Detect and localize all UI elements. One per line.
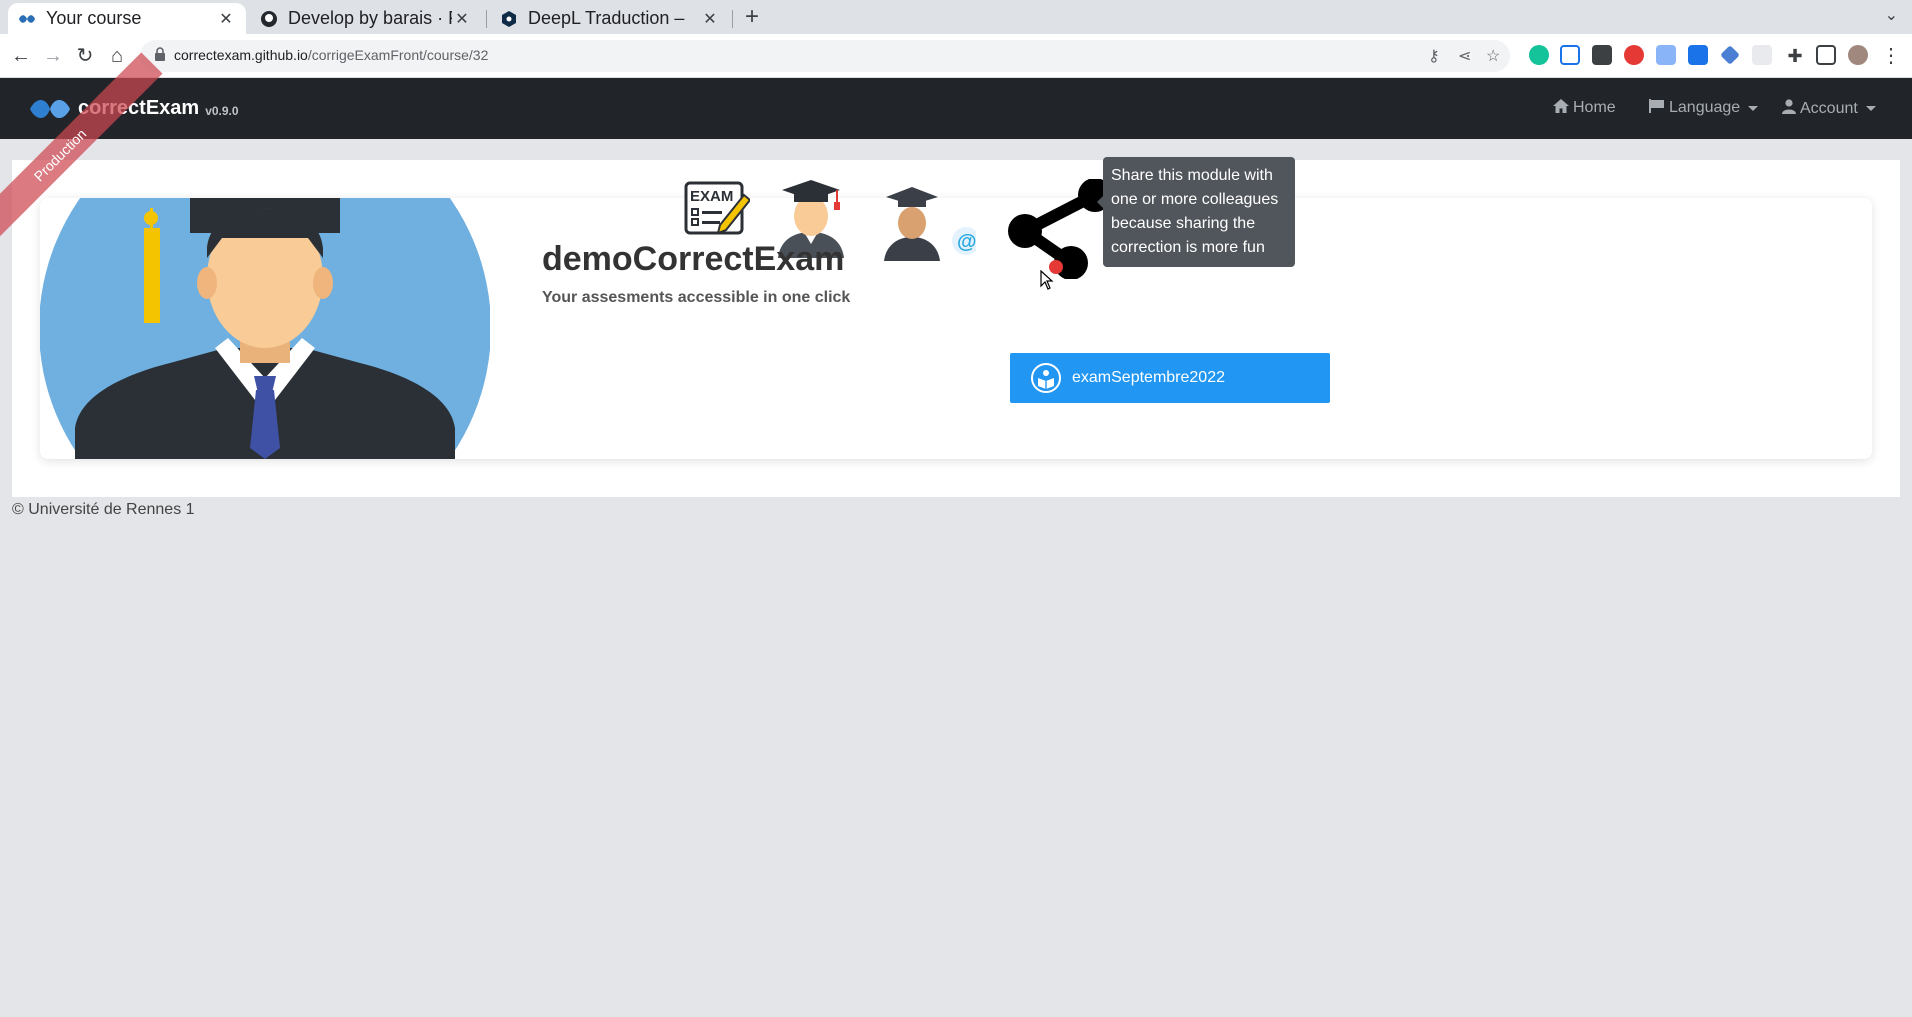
chevron-down-icon: [1748, 105, 1759, 111]
tab-github[interactable]: Develop by barais · P ✕: [250, 3, 482, 34]
side-panel-icon[interactable]: [1816, 45, 1836, 65]
app-navbar: correctExam v0.9.0 Home Language Account: [0, 78, 1912, 139]
nav-language-dropdown[interactable]: Language: [1649, 99, 1759, 117]
back-arrow-icon[interactable]: ←: [8, 43, 34, 69]
lock-icon: [155, 47, 165, 61]
nav-home-label: Home: [1573, 99, 1616, 116]
exam-sheet-icon: EXAM: [684, 181, 752, 235]
correctexam-favicon-icon: [18, 10, 36, 28]
adblock-extension-icon[interactable]: [1624, 45, 1644, 65]
browser-toolbar: ← → ↻ ⌂ correctexam.github.io/corrigeExa…: [0, 34, 1912, 78]
close-tab-icon[interactable]: ✕: [216, 9, 236, 29]
graduate-avatar-icon: [40, 198, 490, 459]
course-title: demoCorrectExam: [542, 240, 845, 278]
profile-avatar[interactable]: [1848, 45, 1868, 65]
tab-title: Develop by barais · P: [288, 8, 452, 28]
share-page-icon[interactable]: ⋖: [1458, 46, 1471, 66]
svg-text:@: @: [957, 231, 976, 253]
students-email-button[interactable]: @: [880, 185, 980, 266]
page-container: EXAM @ examSeptembre2022: [12, 160, 1900, 497]
graduate-illustration: [40, 198, 490, 459]
exam-button-label: examSeptembre2022: [1072, 369, 1225, 386]
w-extension-icon[interactable]: [1752, 45, 1772, 65]
share-tooltip: Share this module with one or more colle…: [1103, 157, 1295, 267]
tab-separator: [732, 10, 733, 28]
url-text: correctexam.github.io/corrigeExamFront/c…: [174, 47, 488, 63]
address-bar[interactable]: correctexam.github.io/corrigeExamFront/c…: [140, 40, 1510, 72]
student-email-icon: @: [884, 187, 980, 261]
brand-version: v0.9.0: [205, 103, 239, 118]
browser-tab-strip: Your course ✕ Develop by barais · P ✕ De…: [0, 0, 1912, 34]
tab-your-course[interactable]: Your course ✕: [8, 3, 246, 34]
close-tab-icon[interactable]: ✕: [452, 9, 472, 29]
tab-separator: [486, 10, 487, 28]
exam-book-icon: [1031, 363, 1061, 393]
home-icon: [1553, 99, 1569, 117]
tab-search-chevron-icon[interactable]: ⌄: [1885, 5, 1898, 25]
browser-menu-icon[interactable]: ⋮: [1878, 43, 1904, 69]
bookmark-star-icon[interactable]: ☆: [1486, 46, 1500, 66]
tab-manager-extension-icon[interactable]: [1592, 45, 1612, 65]
share-icon: [1008, 178, 1112, 280]
graduation-extension-icon[interactable]: [1720, 45, 1740, 65]
nav-account-dropdown[interactable]: Account: [1782, 99, 1876, 118]
home-icon[interactable]: ⌂: [104, 43, 130, 69]
nav-home[interactable]: Home: [1553, 99, 1616, 117]
nav-account-label: Account: [1800, 99, 1858, 117]
url-host: correctexam.github.io: [174, 47, 308, 63]
exam-examseptembre2022-button[interactable]: examSeptembre2022: [1010, 353, 1330, 403]
url-path: /corrigeExamFront/course/32: [307, 47, 489, 63]
jira-extension-icon[interactable]: [1688, 45, 1708, 65]
grammarly-extension-icon[interactable]: [1529, 45, 1549, 65]
footer-copyright: © Université de Rennes 1: [12, 501, 195, 518]
github-icon: [260, 10, 278, 28]
extensions-puzzle-icon[interactable]: ✚: [1782, 43, 1808, 69]
flag-icon: [1649, 99, 1665, 117]
forward-arrow-icon[interactable]: →: [40, 43, 66, 69]
notes-extension-icon[interactable]: [1656, 45, 1676, 65]
new-tab-button[interactable]: +: [738, 4, 766, 32]
nav-language-label: Language: [1669, 99, 1741, 116]
course-subtitle: Your assesments accessible in one click: [542, 289, 851, 306]
deepl-icon: [500, 10, 518, 28]
share-module-button[interactable]: [997, 178, 1117, 284]
tab-title: Your course: [46, 8, 142, 28]
tab-deepl[interactable]: DeepL Traduction – ✕: [490, 3, 730, 34]
mouse-cursor-icon: [1040, 270, 1054, 290]
user-icon: [1782, 99, 1796, 118]
exam-sheet-button[interactable]: EXAM: [684, 181, 752, 242]
close-tab-icon[interactable]: ✕: [700, 9, 720, 29]
language-extension-icon[interactable]: [1560, 45, 1580, 65]
tab-title: DeepL Traduction –: [528, 8, 685, 28]
correctexam-logo-icon: [30, 99, 70, 118]
chevron-down-icon: [1865, 106, 1876, 111]
svg-text:EXAM: EXAM: [690, 188, 733, 205]
reload-icon[interactable]: ↻: [72, 43, 98, 69]
key-icon[interactable]: ⚷: [1428, 46, 1440, 66]
